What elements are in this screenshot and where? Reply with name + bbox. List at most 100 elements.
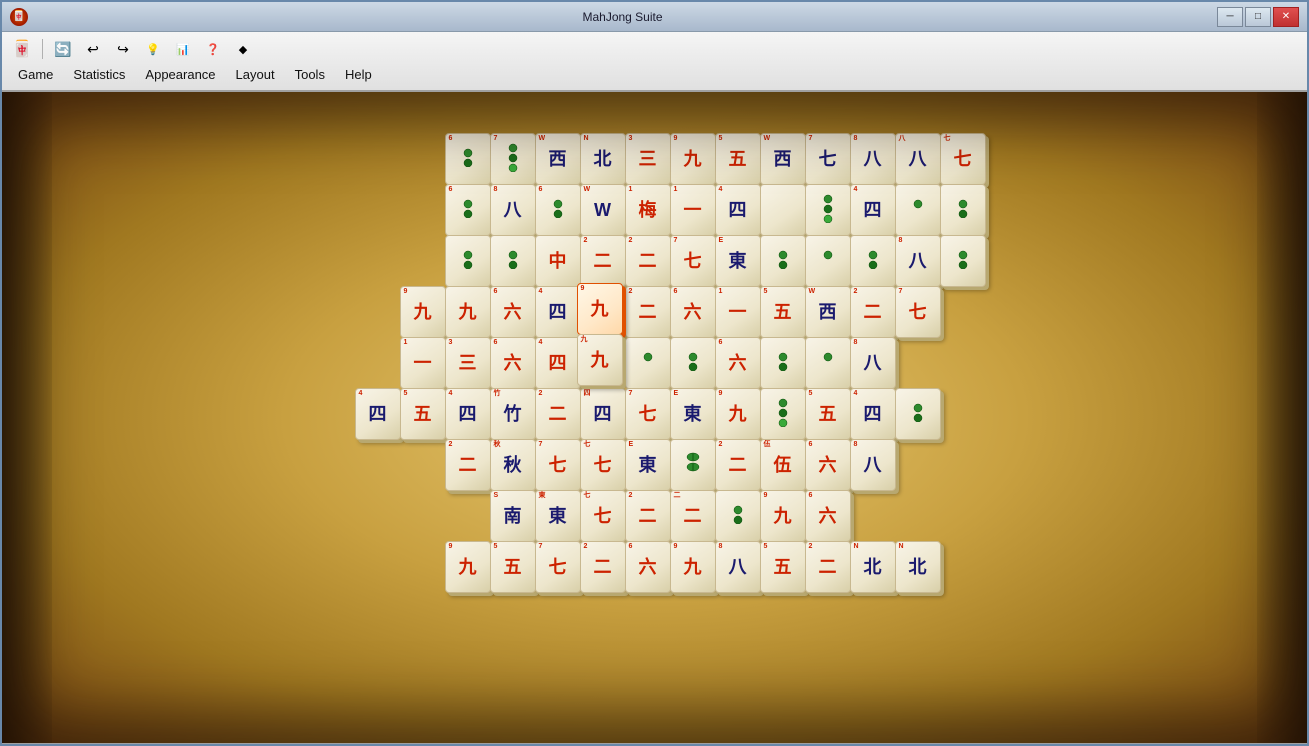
tile[interactable] xyxy=(805,184,851,236)
tile[interactable]: 6六 xyxy=(715,337,761,389)
tile[interactable]: 2二 xyxy=(715,439,761,491)
tile[interactable]: 7 xyxy=(490,133,536,185)
tile[interactable] xyxy=(805,235,851,287)
tile[interactable]: 8八 xyxy=(895,235,941,287)
tile[interactable] xyxy=(805,337,851,389)
tile[interactable]: N北 xyxy=(580,133,626,185)
menu-appearance[interactable]: Appearance xyxy=(135,65,225,84)
tile[interactable]: 5五 xyxy=(400,388,446,440)
menu-help[interactable]: Help xyxy=(335,65,382,84)
tile[interactable]: 4四 xyxy=(355,388,401,440)
tile[interactable]: 9九 xyxy=(760,490,806,542)
tile[interactable]: 8八 xyxy=(850,439,896,491)
tile[interactable] xyxy=(760,235,806,287)
tile[interactable]: W西 xyxy=(535,133,581,185)
tile[interactable] xyxy=(670,439,716,491)
tile[interactable]: WW xyxy=(580,184,626,236)
tile[interactable]: 8八 xyxy=(850,337,896,389)
tile[interactable]: 6 xyxy=(445,184,491,236)
tile[interactable]: 東東 xyxy=(535,490,581,542)
tile[interactable]: 竹竹 xyxy=(490,388,536,440)
tile[interactable] xyxy=(760,388,806,440)
tile[interactable]: 二二 xyxy=(670,490,716,542)
tile[interactable]: 5五 xyxy=(715,133,761,185)
tile[interactable]: N北 xyxy=(850,541,896,593)
tile[interactable]: 7七 xyxy=(535,541,581,593)
tile[interactable] xyxy=(625,337,671,389)
tile[interactable]: E東 xyxy=(670,388,716,440)
tile[interactable]: 6六 xyxy=(805,490,851,542)
tile[interactable]: 2二 xyxy=(445,439,491,491)
tile[interactable]: 4四 xyxy=(535,337,581,389)
tile[interactable]: 8八 xyxy=(490,184,536,236)
tile[interactable]: 9九 xyxy=(445,541,491,593)
tile[interactable]: N北 xyxy=(895,541,941,593)
app-icon-button[interactable]: 🀄 xyxy=(8,36,36,62)
tile[interactable]: 8八 xyxy=(850,133,896,185)
tile[interactable]: 七七 xyxy=(940,133,986,185)
new-game-button[interactable]: 🔄 xyxy=(49,36,77,62)
tile[interactable]: 9九 xyxy=(577,283,623,335)
tile[interactable]: 2二 xyxy=(625,235,671,287)
tile[interactable]: 6六 xyxy=(490,286,536,338)
tile[interactable] xyxy=(895,184,941,236)
tile[interactable]: 九 xyxy=(445,286,491,338)
tile[interactable]: 4四 xyxy=(445,388,491,440)
redo-button[interactable]: ↪ xyxy=(109,36,137,62)
tile[interactable]: 7七 xyxy=(535,439,581,491)
tile[interactable]: 7七 xyxy=(625,388,671,440)
menu-layout[interactable]: Layout xyxy=(226,65,285,84)
tile[interactable]: 四四 xyxy=(580,388,626,440)
tile[interactable]: 八八 xyxy=(895,133,941,185)
tile[interactable]: 7七 xyxy=(670,235,716,287)
tile[interactable]: 5五 xyxy=(490,541,536,593)
tile[interactable]: 4四 xyxy=(850,184,896,236)
tile[interactable]: S南 xyxy=(490,490,536,542)
tile[interactable]: 6 xyxy=(445,133,491,185)
hint-button[interactable]: 💡 xyxy=(139,36,167,62)
tile[interactable]: 6六 xyxy=(490,337,536,389)
tile[interactable]: 1一 xyxy=(400,337,446,389)
tile[interactable]: 九九 xyxy=(577,334,623,386)
tile[interactable]: W西 xyxy=(805,286,851,338)
tile[interactable]: 6六 xyxy=(670,286,716,338)
tile[interactable]: E東 xyxy=(625,439,671,491)
tile[interactable]: 1一 xyxy=(670,184,716,236)
tile[interactable]: 9九 xyxy=(670,541,716,593)
tile[interactable]: 7七 xyxy=(805,133,851,185)
tile[interactable]: 秋秋 xyxy=(490,439,536,491)
tile[interactable]: 七七 xyxy=(580,490,626,542)
tile[interactable]: 4四 xyxy=(715,184,761,236)
tile[interactable]: 1梅 xyxy=(625,184,671,236)
maximize-button[interactable]: □ xyxy=(1245,7,1271,27)
tile[interactable]: 5五 xyxy=(760,541,806,593)
tile[interactable]: 2二 xyxy=(580,235,626,287)
tile[interactable]: 2二 xyxy=(625,286,671,338)
tile[interactable] xyxy=(490,235,536,287)
game-area[interactable]: 67W西N北3三9九5五W西7七8八八八七七68八6WW1梅1一4四4四中2二2… xyxy=(2,92,1307,743)
tile[interactable]: W西 xyxy=(760,133,806,185)
tile[interactable]: 7七 xyxy=(895,286,941,338)
tile[interactable]: 9九 xyxy=(670,133,716,185)
tile[interactable]: 4四 xyxy=(535,286,581,338)
tile[interactable] xyxy=(445,235,491,287)
minimize-button[interactable]: ─ xyxy=(1217,7,1243,27)
close-button[interactable]: ✕ xyxy=(1273,7,1299,27)
tile[interactable]: 2二 xyxy=(580,541,626,593)
tile[interactable]: 9九 xyxy=(715,388,761,440)
tile[interactable] xyxy=(715,490,761,542)
tile[interactable]: 2二 xyxy=(625,490,671,542)
tile[interactable] xyxy=(895,388,941,440)
tile[interactable] xyxy=(850,235,896,287)
tile[interactable]: 中 xyxy=(535,235,581,287)
tile[interactable]: 5五 xyxy=(805,388,851,440)
menu-game[interactable]: Game xyxy=(8,65,63,84)
tile[interactable] xyxy=(760,184,806,236)
tile[interactable]: 2二 xyxy=(850,286,896,338)
tile[interactable]: 6六 xyxy=(805,439,851,491)
tile[interactable]: 2二 xyxy=(535,388,581,440)
tile[interactable] xyxy=(760,337,806,389)
menu-statistics[interactable]: Statistics xyxy=(63,65,135,84)
tile[interactable]: 1一 xyxy=(715,286,761,338)
tile[interactable]: 4四 xyxy=(850,388,896,440)
